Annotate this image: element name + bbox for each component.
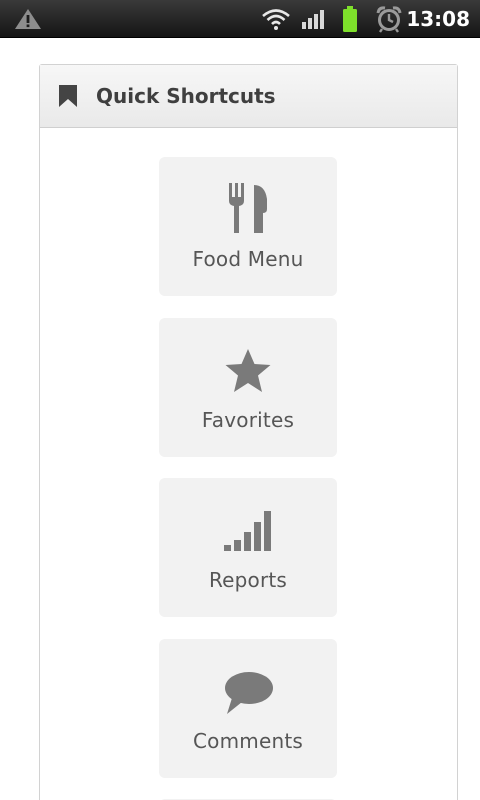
status-bar: 13:08 [0, 0, 480, 38]
shortcut-comments[interactable]: Comments [159, 639, 337, 778]
signal-bars-icon [223, 478, 273, 556]
battery-icon [341, 0, 359, 38]
shortcut-label: Food Menu [192, 247, 304, 271]
shortcut-label: Comments [192, 729, 303, 753]
speech-bubble-icon [222, 639, 274, 717]
alarm-icon [375, 0, 403, 38]
panel-header: Quick Shortcuts [40, 65, 457, 128]
shortcut-favorites[interactable]: Favorites [159, 318, 337, 457]
wifi-icon [261, 0, 291, 38]
quick-shortcuts-panel: Quick Shortcuts Food Menu Favorites Repo… [39, 64, 458, 800]
shortcut-label: Reports [208, 568, 288, 592]
star-icon [224, 318, 272, 396]
signal-icon [301, 0, 327, 38]
shortcut-food-menu[interactable]: Food Menu [159, 157, 337, 296]
cutlery-icon [227, 157, 269, 235]
bookmark-icon [58, 85, 78, 107]
panel-title: Quick Shortcuts [96, 84, 276, 108]
shortcut-label: Favorites [201, 408, 295, 432]
shortcut-reports[interactable]: Reports [159, 478, 337, 617]
status-time: 13:08 [406, 7, 470, 31]
warning-icon[interactable] [14, 0, 42, 38]
